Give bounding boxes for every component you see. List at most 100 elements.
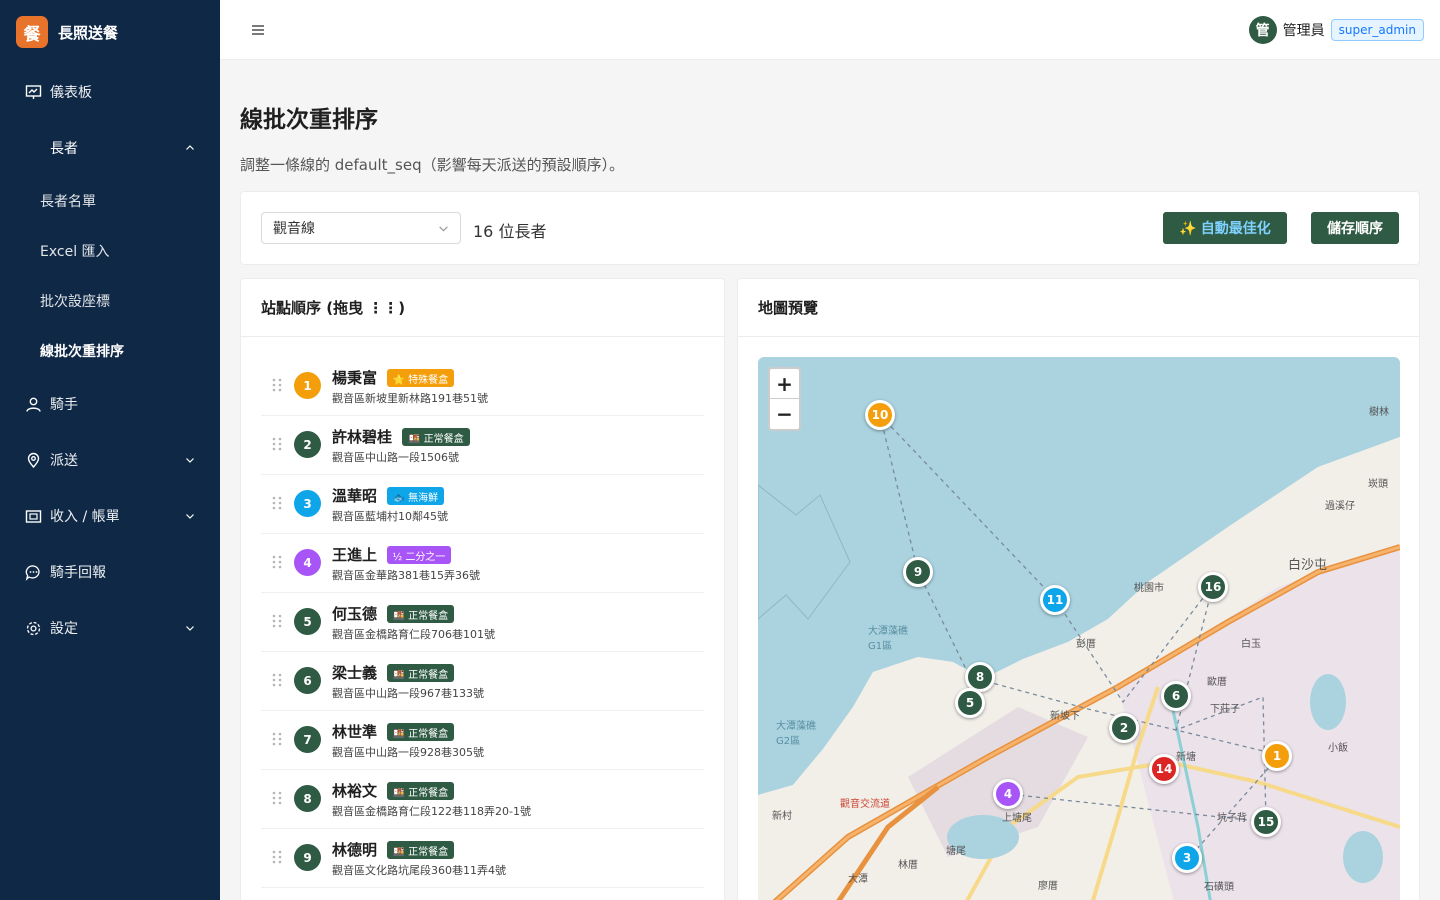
stop-list-title: 站點順序 (拖曳 ⋮⋮): [241, 279, 724, 337]
stop-name: 楊秉富: [332, 369, 378, 387]
sidebar-item-billing[interactable]: 收入 / 帳單: [0, 496, 220, 536]
map-place-label: 新坡下: [1050, 711, 1080, 722]
sidebar-item-rider-reports[interactable]: 騎手回報: [0, 552, 220, 592]
map-place-label: 歐厝: [1207, 677, 1227, 688]
drag-handle-icon[interactable]: [271, 673, 283, 687]
stop-row[interactable]: 8 林裕文 🍱 正常餐盒 觀音區金橋路育仁段122巷118弄20-1號: [261, 770, 704, 829]
stop-address: 觀音區金華路381巷15弄36號: [332, 569, 480, 582]
sidebar-group-elders[interactable]: 長者: [0, 128, 220, 168]
map-marker[interactable]: 9: [903, 557, 933, 587]
brand-logo: 餐: [16, 16, 48, 48]
drag-handle-icon[interactable]: [271, 732, 283, 746]
sidebar-item-dashboard[interactable]: 儀表板: [0, 72, 220, 112]
meal-type-tag: 🍱 正常餐盒: [386, 723, 455, 741]
map-view[interactable]: 白沙屯 桃園市 大潭藻礁G1區 大潭藻礁G2區 新坡下 彭厝 白玉 歐厝 下莊子 坑子背 塘尾 新村 觀…: [758, 357, 1400, 900]
user-menu[interactable]: 管 管理員 super_admin: [1248, 16, 1424, 44]
user-name: 管理員: [1282, 23, 1325, 39]
sidebar: 餐 長照送餐 儀表板 長者 長者名單 Excel 匯入 批次設座標 線批次重排序…: [0, 0, 220, 900]
map-marker[interactable]: 5: [955, 688, 985, 718]
chevron-down-icon: [436, 221, 450, 235]
stop-address: 觀音區文化路坑尾段360巷11弄4號: [332, 864, 506, 877]
stop-row[interactable]: 6 梁士義 🍱 正常餐盒 觀音區中山路一段967巷133號: [261, 652, 704, 711]
gear-icon: [24, 619, 42, 637]
drag-handle-icon[interactable]: [271, 850, 283, 864]
stop-address: 觀音區金橋路育仁段706巷101號: [332, 628, 495, 641]
map-marker[interactable]: 1: [1262, 741, 1292, 771]
page-description: 調整一條線的 default_seq（影響每天派送的預設順序）。: [240, 156, 625, 174]
stop-seq-badge: 1: [294, 372, 321, 399]
map-marker[interactable]: 16: [1198, 572, 1228, 602]
stop-row[interactable]: 1 楊秉富 ⭐ 特殊餐盒觀音區新坡里新林路191巷51號: [261, 357, 704, 416]
stop-name: 梁士義: [332, 664, 378, 682]
map-marker[interactable]: 6: [1161, 681, 1191, 711]
sidebar-item-label: 設定: [50, 621, 78, 637]
role-badge: super_admin: [1330, 19, 1424, 41]
chat-icon: [24, 563, 42, 581]
billing-icon: [24, 507, 42, 525]
stop-list-card: 站點順序 (拖曳 ⋮⋮) 1 楊秉富 ⭐ 特殊餐盒觀音區新坡里新林路191巷51號 2…: [240, 278, 725, 900]
stop-row[interactable]: 2 許林碧桂 🍱 正常餐盒 觀音區中山路一段1506號: [261, 416, 704, 475]
drag-handle-icon[interactable]: [271, 555, 283, 569]
map-marker[interactable]: 3: [1172, 843, 1202, 873]
stop-seq-badge: 6: [294, 667, 321, 694]
sidebar-item-label: 收入 / 帳單: [50, 509, 120, 525]
stop-row[interactable]: 5 何玉德 🍱 正常餐盒 觀音區金橋路育仁段706巷101號: [261, 593, 704, 652]
menu-toggle-icon[interactable]: [250, 22, 266, 38]
stop-address: 觀音區藍埔村10鄰45號: [332, 510, 448, 523]
zoom-control: + −: [768, 367, 801, 431]
sidebar-item-delivery[interactable]: 派送: [0, 440, 220, 480]
stop-name: 林裕文: [332, 782, 378, 800]
sidebar-item-batch-coords[interactable]: 批次設座標: [0, 281, 220, 321]
zoom-in-button[interactable]: +: [770, 369, 799, 399]
sparkle-icon: ✨: [1179, 219, 1197, 236]
drag-handle-icon[interactable]: [271, 437, 283, 451]
meal-type-tag: 🍱 正常餐盒: [386, 841, 455, 859]
stop-row[interactable]: 7 林世準 🍱 正常餐盒 觀音區中山路一段928巷305號: [261, 711, 704, 770]
drag-handle-icon[interactable]: [271, 791, 283, 805]
stop-row[interactable]: 3 溫華昭 🐟 無海鮮 觀音區藍埔村10鄰45號: [261, 475, 704, 534]
map-place-label: 大潭藻礁G2區: [776, 721, 816, 747]
stop-address: 觀音區新坡里新林路191巷51號: [332, 392, 488, 405]
map-place-label: 大潭: [848, 874, 868, 885]
map-marker[interactable]: 4: [993, 779, 1023, 809]
map-marker[interactable]: 2: [1109, 713, 1139, 743]
sidebar-item-excel-import[interactable]: Excel 匯入: [0, 231, 220, 271]
meal-type-tag: 🐟 無海鮮: [386, 487, 445, 505]
drag-handle-icon[interactable]: [271, 378, 283, 392]
stop-row[interactable]: 4 王進上 ½ 二分之一 觀音區金華路381巷15弄36號: [261, 534, 704, 593]
save-order-button[interactable]: 儲存順序: [1311, 212, 1399, 244]
avatar: 管: [1248, 16, 1277, 44]
drag-handle-icon[interactable]: [271, 614, 283, 628]
sidebar-item-label: 騎手回報: [50, 565, 106, 581]
stop-row[interactable]: 9 林德明 🍱 正常餐盒觀音區文化路坑尾段360巷11弄4號: [261, 829, 704, 888]
sidebar-item-label: 派送: [50, 453, 78, 469]
chevron-down-icon: [182, 620, 198, 636]
sidebar-item-settings[interactable]: 設定: [0, 608, 220, 648]
route-select[interactable]: 觀音線: [261, 212, 461, 244]
meal-type-tag: 🍱 正常餐盒: [386, 605, 455, 623]
sidebar-item-label: 儀表板: [50, 85, 92, 101]
stop-name: 林德明: [332, 841, 378, 859]
auto-optimize-button[interactable]: ✨ 自動最佳化: [1163, 212, 1287, 244]
zoom-out-button[interactable]: −: [770, 399, 799, 429]
stop-name: 林世準: [332, 723, 378, 741]
map-place-label: 石磺頭: [1204, 882, 1234, 893]
map-marker[interactable]: 14: [1149, 754, 1179, 784]
map-place-label: 小飯: [1328, 743, 1348, 754]
map-marker[interactable]: 11: [1040, 585, 1070, 615]
chevron-up-icon: [182, 140, 198, 156]
sidebar-item-route-reorder[interactable]: 線批次重排序: [0, 331, 220, 371]
map-place-label: 廖厝: [1038, 881, 1058, 892]
sidebar-item-riders[interactable]: 騎手: [0, 384, 220, 424]
stop-seq-badge: 9: [294, 844, 321, 871]
location-pin-icon: [24, 451, 42, 469]
sidebar-item-elder-list[interactable]: 長者名單: [0, 181, 220, 221]
map-marker[interactable]: 10: [865, 400, 895, 430]
map-marker[interactable]: 15: [1251, 807, 1281, 837]
meal-type-tag: ⭐ 特殊餐盒: [386, 369, 455, 387]
meal-type-tag: 🍱 正常餐盒: [402, 428, 470, 446]
meal-type-tag: ½ 二分之一: [386, 546, 452, 564]
stop-seq-badge: 7: [294, 726, 321, 753]
brand[interactable]: 餐 長照送餐: [0, 0, 220, 64]
drag-handle-icon[interactable]: [271, 496, 283, 510]
